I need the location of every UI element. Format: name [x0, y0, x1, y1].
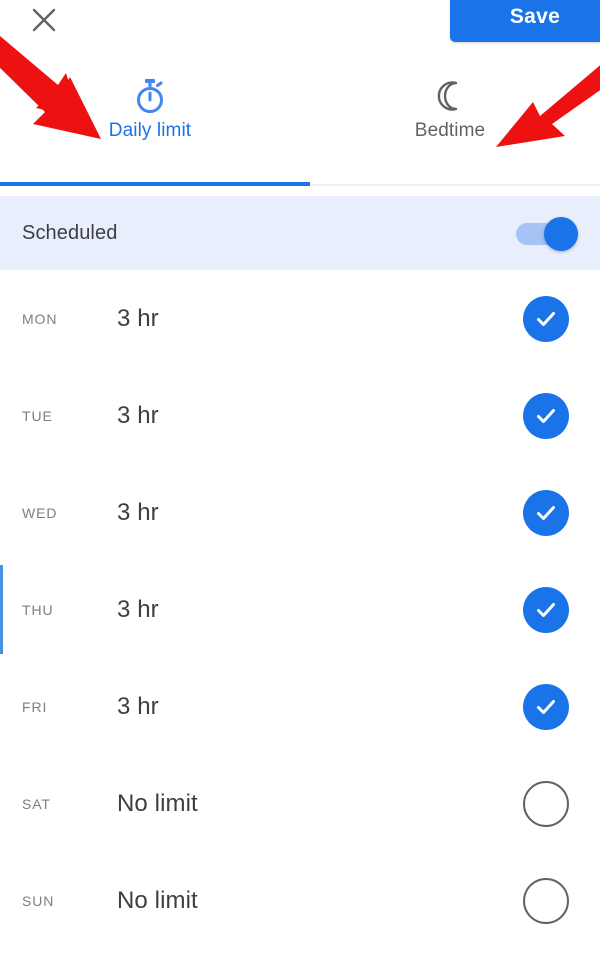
stopwatch-icon [133, 74, 167, 118]
circle-outline-icon[interactable] [523, 877, 569, 924]
day-row[interactable]: SUN No limit [0, 852, 600, 949]
check-circle-filled-icon[interactable] [523, 586, 569, 633]
app-header: Save [0, 0, 600, 62]
tab-bar: Daily limit Bedtime [0, 62, 600, 186]
day-row[interactable]: TUE 3 hr [0, 367, 600, 464]
tab-daily-limit[interactable]: Daily limit [0, 62, 300, 186]
day-abbreviation: FRI [22, 698, 48, 715]
save-button[interactable]: Save [450, 0, 600, 42]
check-circle-filled-icon[interactable] [523, 489, 569, 536]
day-abbreviation: WED [22, 504, 58, 521]
day-abbreviation: SAT [22, 795, 51, 812]
tab-bedtime[interactable]: Bedtime [300, 62, 600, 186]
checked-circle [523, 392, 569, 439]
unchecked-circle [523, 780, 569, 827]
scheduled-label: Scheduled [22, 221, 118, 244]
day-limit-value: 3 hr [117, 498, 159, 526]
day-abbreviation: MON [22, 310, 58, 327]
circle-outline-icon[interactable] [523, 780, 569, 827]
day-row[interactable]: FRI 3 hr [0, 658, 600, 755]
checked-circle [523, 295, 569, 342]
checked-circle [523, 586, 569, 633]
scheduled-toggle[interactable] [516, 217, 578, 251]
check-circle-filled-icon[interactable] [523, 295, 569, 342]
day-row[interactable]: THU 3 hr [0, 561, 600, 658]
tab-bar-divider [310, 184, 600, 186]
close-icon[interactable] [24, 0, 64, 40]
day-limit-value: 3 hr [117, 401, 159, 429]
check-circle-filled-icon[interactable] [523, 683, 569, 730]
day-abbreviation: THU [22, 601, 54, 618]
day-limit-value: 3 hr [117, 304, 159, 332]
day-limit-value: No limit [117, 789, 198, 817]
day-abbreviation: SUN [22, 892, 55, 909]
screen-time-limits-screen: Save Daily limit Bedtime Scheduled MON 3… [0, 0, 600, 969]
tab-bedtime-label: Bedtime [414, 120, 486, 141]
day-limit-list: MON 3 hr TUE 3 hr WED 3 hr THU 3 hr FRI 3 hr SAT No… [0, 270, 600, 949]
check-circle-filled-icon[interactable] [523, 392, 569, 439]
day-row[interactable]: WED 3 hr [0, 464, 600, 561]
toggle-thumb [544, 217, 578, 251]
unchecked-circle [523, 877, 569, 924]
checked-circle [523, 489, 569, 536]
day-row[interactable]: SAT No limit [0, 755, 600, 852]
scheduled-row[interactable]: Scheduled [0, 196, 600, 270]
row-focus-marker [0, 565, 3, 654]
day-row[interactable]: MON 3 hr [0, 270, 600, 367]
checked-circle [523, 683, 569, 730]
day-abbreviation: TUE [22, 407, 53, 424]
moon-icon [434, 74, 466, 118]
tab-daily-limit-label: Daily limit [108, 120, 192, 141]
day-limit-value: No limit [117, 886, 198, 914]
day-limit-value: 3 hr [117, 595, 159, 623]
day-limit-value: 3 hr [117, 692, 159, 720]
tab-active-indicator [0, 182, 310, 186]
